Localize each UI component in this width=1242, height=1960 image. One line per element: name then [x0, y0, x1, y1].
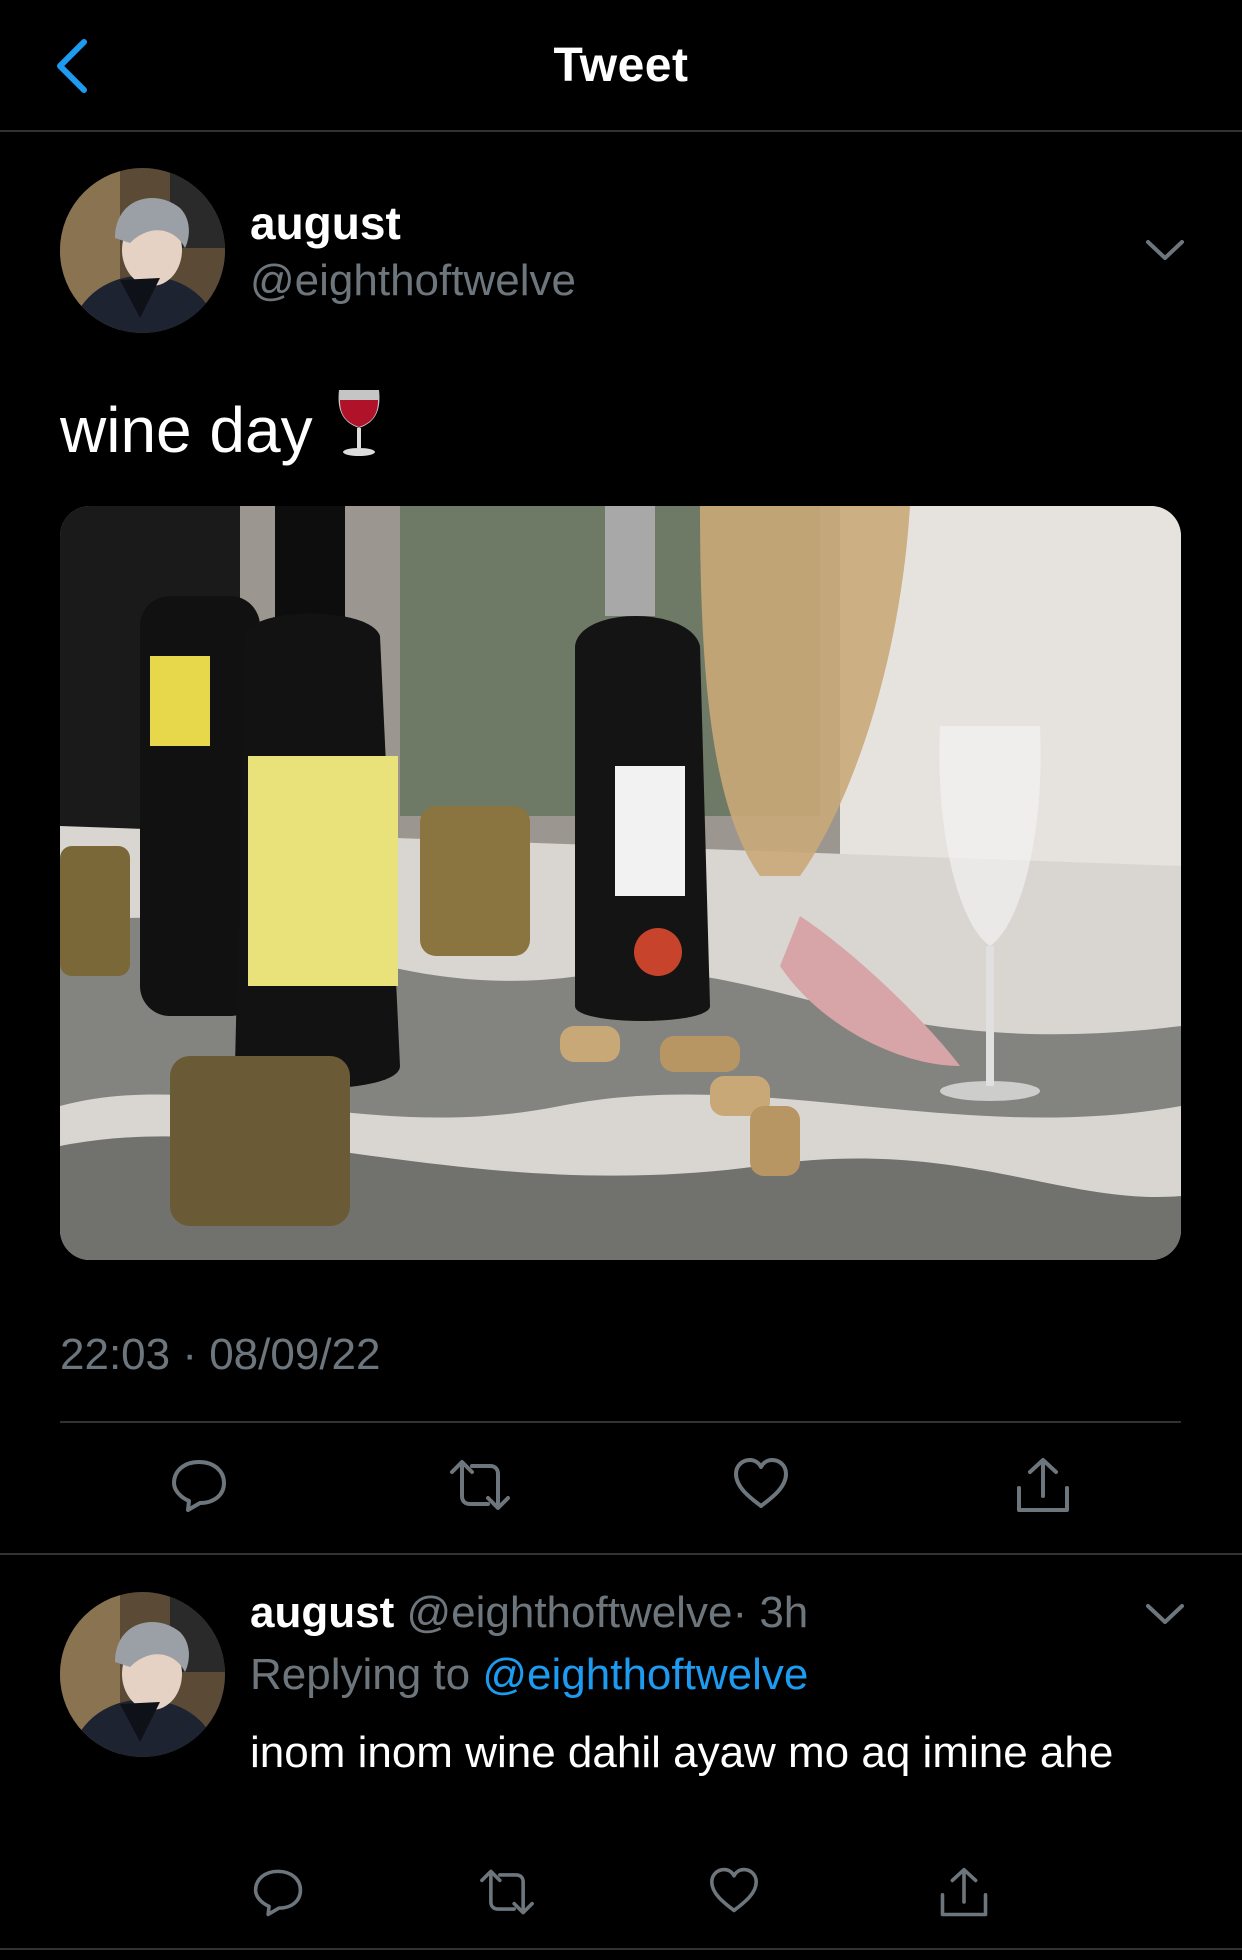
- avatar-image: [60, 1592, 225, 1757]
- replying-to-label: Replying to: [250, 1650, 471, 1699]
- chevron-down-icon: [1146, 240, 1184, 260]
- reply-author-handle[interactable]: @eighthoftwelve: [406, 1588, 732, 1637]
- like-button[interactable]: [708, 1866, 760, 1919]
- author-handle[interactable]: @eighthoftwelve: [250, 256, 576, 306]
- replying-to-mention[interactable]: @eighthoftwelve: [482, 1650, 808, 1699]
- share-icon: [940, 1867, 988, 1917]
- like-button[interactable]: [732, 1456, 790, 1515]
- tweet-timestamp: 22:03 · 08/09/22: [60, 1330, 381, 1379]
- reply-more-options-button[interactable]: [1144, 1600, 1186, 1628]
- reply-text: inom inom wine dahil ayaw mo aq imine ah…: [250, 1728, 1114, 1777]
- divider: [60, 1421, 1181, 1423]
- author-name[interactable]: august: [250, 196, 401, 250]
- page-title: Tweet: [553, 39, 689, 92]
- reply-button[interactable]: [170, 1456, 228, 1519]
- tweet-photo[interactable]: [60, 506, 1181, 1260]
- reply-header: august @eighthoftwelve· 3h: [250, 1588, 808, 1638]
- reply-author-name[interactable]: august: [250, 1588, 394, 1637]
- more-options-button[interactable]: [1144, 236, 1186, 264]
- tweet-text: wine day: [60, 386, 385, 473]
- reply-icon: [172, 1460, 226, 1512]
- avatar-image: [60, 168, 225, 333]
- heart-icon: [734, 1458, 788, 1508]
- divider: [0, 1553, 1242, 1555]
- divider: [0, 1948, 1242, 1950]
- reply-button[interactable]: [252, 1866, 304, 1923]
- header-bar: Tweet: [0, 0, 1242, 132]
- tweet-body: wine day: [60, 394, 313, 466]
- avatar[interactable]: [60, 168, 225, 333]
- wine-glass-icon: [333, 386, 385, 473]
- replying-to: Replying to @eighthoftwelve: [250, 1650, 808, 1700]
- reply-avatar[interactable]: [60, 1592, 225, 1757]
- heart-icon: [709, 1867, 758, 1913]
- share-button[interactable]: [938, 1866, 990, 1925]
- retweet-icon: [450, 1460, 510, 1510]
- retweet-button[interactable]: [478, 1866, 536, 1923]
- reply-icon: [253, 1869, 303, 1917]
- retweet-button[interactable]: [448, 1456, 512, 1519]
- share-icon: [1017, 1458, 1069, 1512]
- chevron-down-icon: [1146, 1604, 1184, 1624]
- share-button[interactable]: [1014, 1456, 1072, 1521]
- reply-time: · 3h: [732, 1588, 809, 1637]
- retweet-icon: [480, 1869, 534, 1915]
